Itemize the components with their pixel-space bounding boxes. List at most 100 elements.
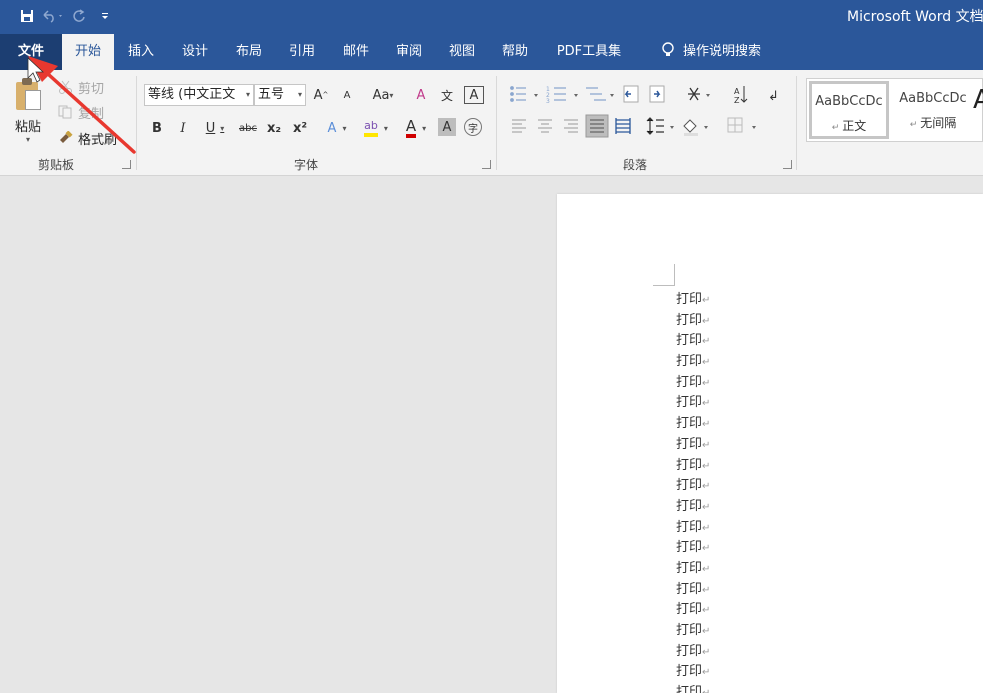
- paste-button[interactable]: 粘贴 ▾: [8, 78, 48, 148]
- align-right-icon: [564, 119, 578, 133]
- group-separator: [496, 76, 497, 170]
- document-line[interactable]: 打印↵: [676, 621, 710, 642]
- change-case-button[interactable]: Aa ▾: [367, 84, 399, 106]
- save-button[interactable]: [14, 5, 40, 27]
- chevron-down-icon: ▾: [245, 90, 250, 99]
- line-text: 打印: [676, 478, 703, 494]
- styles-gallery: AaBbCcDc ↵ 正文 AaBbCcDc ↵ 无间隔 A: [806, 78, 983, 142]
- font-name-value: 等线 (中文正文: [148, 87, 236, 102]
- copy-button[interactable]: 复制: [58, 101, 104, 123]
- character-border-button[interactable]: A: [464, 86, 484, 104]
- tell-me-search[interactable]: 操作说明搜索: [646, 34, 776, 70]
- shrink-font-button[interactable]: A: [338, 84, 356, 106]
- format-painter-button[interactable]: 格式刷: [58, 127, 117, 149]
- document-line[interactable]: 打印↵: [676, 580, 710, 601]
- highlighter-icon: ab: [364, 119, 378, 137]
- tab-mailings[interactable]: 邮件: [333, 34, 379, 70]
- strikethrough-button[interactable]: abc: [236, 117, 260, 139]
- font-size-combo[interactable]: 五号 ▾: [254, 84, 306, 106]
- tab-review[interactable]: 审阅: [386, 34, 432, 70]
- font-name-combo[interactable]: 等线 (中文正文 ▾: [144, 84, 254, 106]
- redo-button[interactable]: [66, 5, 92, 27]
- sort-icon: AZ: [734, 86, 748, 105]
- phonetic-guide-button[interactable]: 文: [437, 84, 457, 106]
- group-separator: [796, 76, 797, 170]
- tab-help[interactable]: 帮助: [492, 34, 538, 70]
- paragraph-mark-icon: ↵: [702, 501, 711, 513]
- document-line[interactable]: 打印↵: [676, 373, 710, 394]
- line-text: 打印: [676, 519, 703, 535]
- character-shading-button[interactable]: A: [438, 118, 456, 136]
- distributed-icon: [615, 118, 631, 134]
- tab-layout[interactable]: 布局: [226, 34, 272, 70]
- bold-button[interactable]: B: [148, 117, 166, 139]
- document-line[interactable]: 打印↵: [676, 642, 710, 663]
- grow-font-button[interactable]: A ^: [312, 84, 330, 106]
- italic-button[interactable]: I: [174, 117, 192, 139]
- document-line[interactable]: 打印↵: [676, 414, 710, 435]
- enclose-characters-button[interactable]: 字: [464, 118, 482, 136]
- document-line[interactable]: 打印↵: [676, 435, 710, 456]
- style-sample: AaBbCcDc: [899, 91, 967, 106]
- style-no-spacing[interactable]: AaBbCcDc ↵ 无间隔: [893, 81, 973, 139]
- chevron-down-icon: ▾: [389, 90, 394, 100]
- document-line[interactable]: 打印↵: [676, 352, 710, 373]
- document-line[interactable]: 打印↵: [676, 538, 710, 559]
- clipboard-launcher[interactable]: [122, 160, 131, 169]
- paragraph-mark-icon: ↵: [702, 688, 710, 693]
- chevron-down-icon: ▾: [383, 123, 388, 133]
- copy-label: 复制: [78, 106, 105, 122]
- quick-access-toolbar: [14, 5, 118, 27]
- style-normal[interactable]: AaBbCcDc ↵ 正文: [809, 81, 889, 139]
- line-text: 打印: [676, 333, 703, 349]
- clipboard-icon: [14, 78, 42, 110]
- text-effects-button[interactable]: A ▾: [322, 117, 352, 139]
- tab-home[interactable]: 开始: [62, 34, 114, 70]
- copy-icon: [58, 105, 72, 119]
- tab-insert[interactable]: 插入: [118, 34, 164, 70]
- paragraph-mark-icon: ↵: [702, 377, 711, 389]
- style-heading[interactable]: A: [973, 81, 983, 139]
- superscript-button[interactable]: x²: [290, 117, 310, 139]
- underline-button[interactable]: U ▾: [200, 117, 230, 139]
- tab-design[interactable]: 设计: [172, 34, 218, 70]
- font-color-button[interactable]: A ▾: [398, 117, 434, 139]
- document-line[interactable]: 打印↵: [676, 497, 710, 518]
- tab-pdf-tools[interactable]: PDF工具集: [548, 34, 630, 70]
- tab-view[interactable]: 视图: [439, 34, 485, 70]
- align-center-icon: [538, 119, 552, 133]
- document-line[interactable]: 打印↵: [676, 559, 710, 580]
- ribbon-tabs: 文件 开始 插入 设计 布局 引用 邮件 审阅 视图 帮助 PDF工具集 操作说…: [0, 34, 983, 70]
- document-line[interactable]: 打印↵: [676, 393, 710, 414]
- document-line[interactable]: 打印↵: [676, 683, 710, 693]
- character-border-icon: A: [469, 87, 479, 103]
- clipboard-group-label: 剪贴板: [37, 158, 74, 172]
- customize-qat-button[interactable]: [92, 5, 118, 27]
- document-line[interactable]: 打印↵: [676, 331, 710, 352]
- line-text: 打印: [676, 685, 703, 693]
- tab-file[interactable]: 文件: [0, 34, 62, 70]
- paragraph-mark-icon: ↵: [702, 605, 711, 617]
- subscript-button[interactable]: x₂: [264, 117, 284, 139]
- document-line[interactable]: 打印↵: [676, 518, 710, 539]
- paragraph-mark-icon: ↵: [702, 419, 711, 431]
- highlight-button[interactable]: ab ▾: [358, 117, 394, 139]
- paragraph-mark-icon: ↵: [702, 563, 711, 575]
- document-line[interactable]: 打印↵: [676, 311, 710, 332]
- document-line[interactable]: 打印↵: [676, 456, 710, 477]
- font-launcher[interactable]: [482, 160, 491, 169]
- line-text: 打印: [676, 664, 703, 680]
- document-line[interactable]: 打印↵: [676, 600, 710, 621]
- document-page[interactable]: 打印↵ 打印↵ 打印↵ 打印↵ 打印↵ 打印↵ 打印↵ 打印↵ 打印↵ 打印↵ 打印↵ 打印↵ 打印↵ 打…: [557, 194, 983, 693]
- clear-formatting-button[interactable]: A: [411, 84, 431, 106]
- document-lines[interactable]: 打印↵ 打印↵ 打印↵ 打印↵ 打印↵ 打印↵ 打印↵ 打印↵ 打印↵ 打印↵ 打印↵ 打印↵ 打印↵ 打…: [676, 290, 710, 693]
- document-line[interactable]: 打印↵: [676, 662, 710, 683]
- document-line[interactable]: 打印↵: [676, 290, 710, 311]
- undo-button[interactable]: [40, 5, 66, 27]
- increase-indent-icon: [649, 85, 665, 103]
- document-line[interactable]: 打印↵: [676, 476, 710, 497]
- paragraph-launcher[interactable]: [783, 160, 792, 169]
- cut-button[interactable]: 剪切: [58, 76, 104, 98]
- tab-references[interactable]: 引用: [279, 34, 325, 70]
- paragraph-mark-icon: ↵: [702, 460, 711, 472]
